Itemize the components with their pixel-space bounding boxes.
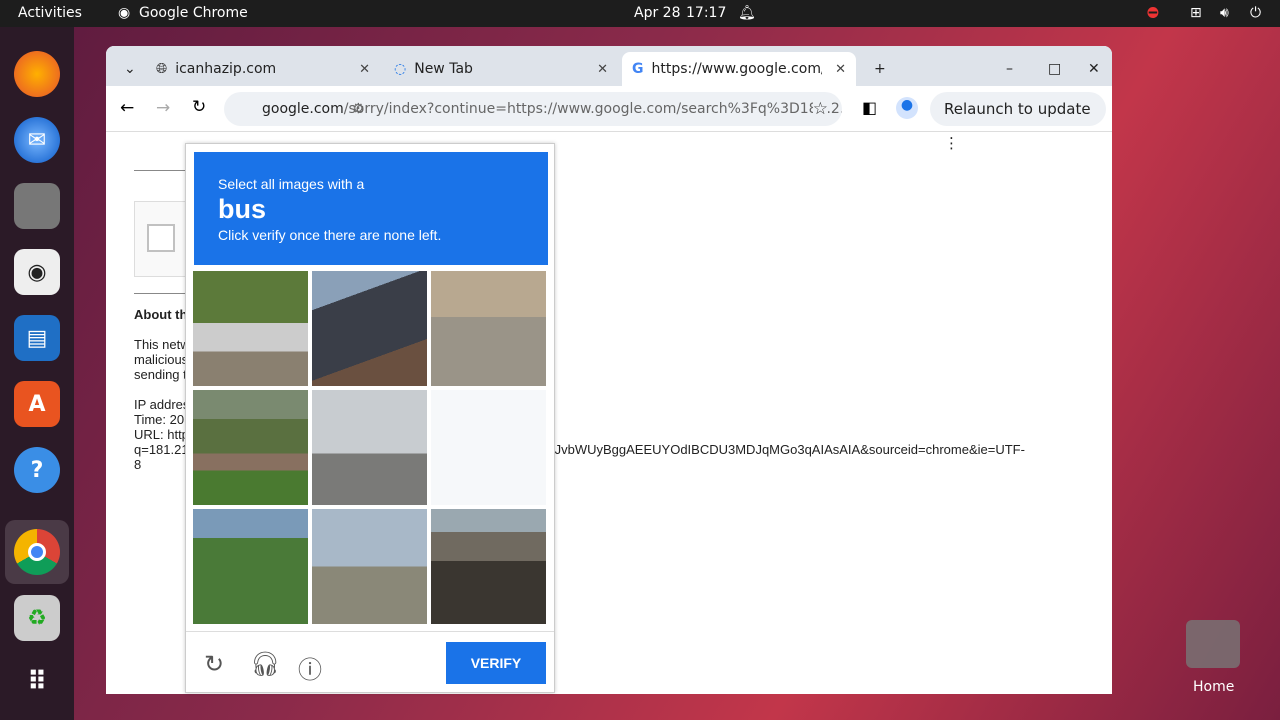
verify-button[interactable]: VERIFY <box>446 642 546 684</box>
bookmark-star-icon[interactable]: ☆ <box>812 99 828 119</box>
forward-icon[interactable]: → <box>156 98 170 118</box>
challenge-header: Select all images with a bus Click verif… <box>194 152 548 265</box>
writer-icon[interactable]: ▤ <box>14 315 60 361</box>
bell-icon[interactable]: 🔔︎ <box>738 5 756 21</box>
recaptcha-challenge: Select all images with a bus Click verif… <box>185 143 555 693</box>
tab-strip: ⌄ 🌐︎ icanhazip.com ✕ ◌ New Tab ✕ Ghttps://ww… <box>106 46 1112 86</box>
tab-label: New Tab <box>414 61 473 77</box>
relaunch-label: Relaunch to update <box>944 100 1091 118</box>
status-icon[interactable]: ⛔︎ <box>1147 5 1159 21</box>
text-line: q=181.21 <box>134 442 189 457</box>
text-line: 8 <box>134 457 142 472</box>
target-word: bus <box>218 194 267 224</box>
clock[interactable]: 17:17 <box>686 5 726 21</box>
thunderbird-icon[interactable]: ✉ <box>14 117 60 163</box>
files-icon[interactable] <box>14 183 60 229</box>
tab-label: https://www.google.com/sorry <box>651 61 822 77</box>
toolbar: ← → ↻ ⚙ google.com/sorry/index?continue=h… <box>106 86 1112 152</box>
tab-google-sorry[interactable]: Ghttps://www.google.com/sorry ✕ <box>622 52 856 86</box>
tab-new-tab[interactable]: ◌ New Tab ✕ <box>384 52 618 86</box>
chrome-indicator-icon: ◉ <box>118 5 131 21</box>
headphones-icon[interactable]: 🎧︎ <box>250 650 280 679</box>
image-tile-loading[interactable] <box>431 390 546 505</box>
image-tile[interactable] <box>193 390 308 505</box>
text-line: IP addres <box>134 397 190 412</box>
loading-icon: ◌ <box>394 61 407 77</box>
close-tab-icon[interactable]: ✕ <box>359 62 370 77</box>
minimize-button[interactable]: – <box>996 52 1023 86</box>
google-icon: G <box>632 61 644 77</box>
maximize-button[interactable]: □ <box>1038 52 1071 86</box>
text-line: malicious <box>134 352 189 367</box>
app-menu[interactable]: Google Chrome <box>139 5 248 21</box>
info-icon[interactable]: ⓘ <box>298 650 322 685</box>
tab-label: icanhazip.com <box>175 61 277 77</box>
power-icon[interactable]: ⏻ <box>1250 5 1261 21</box>
network-icon[interactable]: ⊞ <box>1190 5 1202 21</box>
home-label[interactable]: Home <box>1193 679 1234 695</box>
image-tile[interactable] <box>312 509 427 624</box>
image-tile[interactable] <box>193 509 308 624</box>
text-line: Time: 20 <box>134 412 185 427</box>
recaptcha-checkbox[interactable] <box>147 224 175 252</box>
chrome-icon[interactable] <box>5 520 69 584</box>
challenge-footer: ↻ 🎧︎ ⓘ VERIFY <box>186 631 554 693</box>
url-text: aHJvbWUyBggAEEUYOdIBCDU3MDJqMGo3qAIAsAIA… <box>538 442 1025 457</box>
profile-avatar-icon[interactable]: ● <box>896 97 918 119</box>
reload-challenge-icon[interactable]: ↻ <box>204 650 224 679</box>
image-tile[interactable] <box>193 271 308 386</box>
activities-button[interactable]: Activities <box>18 5 82 21</box>
site-info-icon[interactable]: ⚙ <box>352 101 365 117</box>
text-line: sending t <box>134 367 187 382</box>
image-tile[interactable] <box>312 390 427 505</box>
relaunch-button[interactable]: Relaunch to update ⋮ <box>930 92 1106 152</box>
volume-icon[interactable]: 🔊︎ <box>1220 5 1229 21</box>
url-domain: google.com <box>262 101 344 117</box>
address-bar[interactable]: ⚙ google.com/sorry/index?continue=https:/… <box>224 92 842 126</box>
image-tile[interactable] <box>431 509 546 624</box>
trash-icon[interactable]: ♻ <box>14 595 60 641</box>
globe-icon: 🌐︎ <box>156 61 168 77</box>
rhythmbox-icon[interactable]: ◉ <box>14 249 60 295</box>
back-icon[interactable]: ← <box>120 98 134 118</box>
home-folder-icon[interactable] <box>1186 620 1240 668</box>
help-icon[interactable]: ? <box>14 447 60 493</box>
text-line: URL: http <box>134 427 189 442</box>
tab-icanhazip[interactable]: 🌐︎ icanhazip.com ✕ <box>146 52 380 86</box>
text-line: This netw <box>134 337 190 352</box>
close-tab-icon[interactable]: ✕ <box>597 62 608 77</box>
about-heading: About th <box>134 307 188 322</box>
image-tile[interactable] <box>312 271 427 386</box>
instruction-sub: Click verify once there are none left. <box>218 227 442 243</box>
firefox-icon[interactable] <box>14 51 60 97</box>
tab-search-button[interactable]: ⌄ <box>114 52 142 86</box>
side-panel-icon[interactable]: ◧ <box>862 98 877 117</box>
close-window-button[interactable]: ✕ <box>1078 52 1110 86</box>
close-tab-icon[interactable]: ✕ <box>835 61 846 77</box>
apps-grid-icon[interactable]: ⠿ <box>14 659 60 705</box>
url-path: /sorry/index?continue=https://www.google… <box>343 101 842 117</box>
new-tab-button[interactable]: + <box>864 52 896 86</box>
reload-icon[interactable]: ↻ <box>192 97 206 117</box>
top-bar: Activities ◉ Google Chrome Apr 28 17:17 … <box>0 0 1280 27</box>
image-tile[interactable] <box>431 271 546 386</box>
date[interactable]: Apr 28 <box>634 5 680 21</box>
dock: ✉ ◉ ▤ A ? ♻ ⠿ <box>0 27 74 720</box>
instruction: Select all images with a <box>218 176 365 192</box>
app-center-icon[interactable]: A <box>14 381 60 427</box>
